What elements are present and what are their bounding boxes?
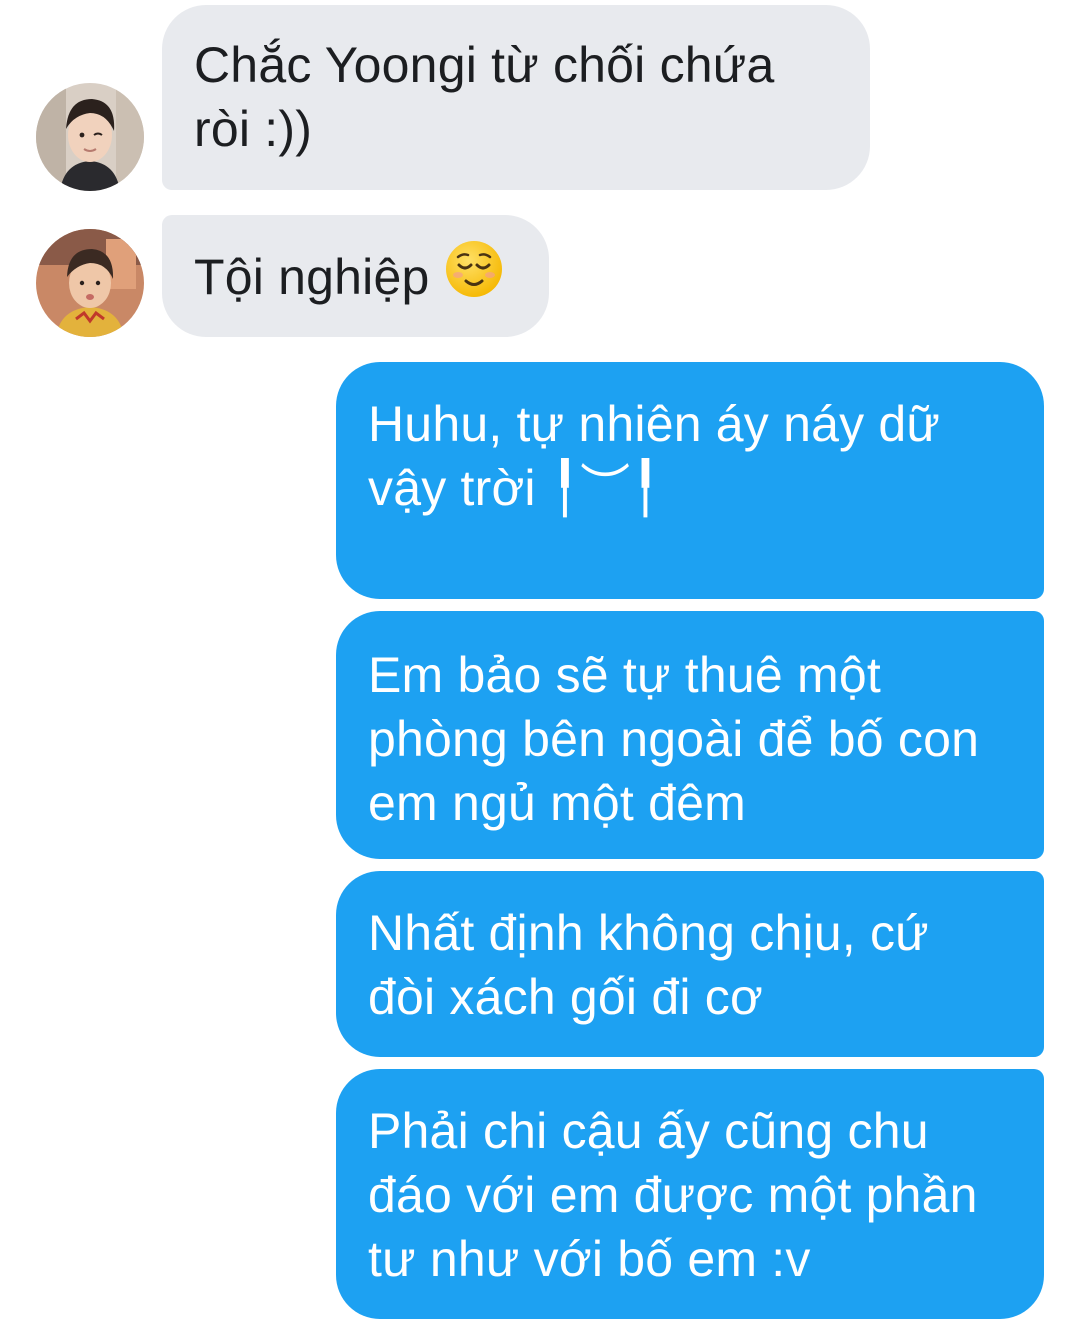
relieved-face-emoji-icon: [444, 239, 504, 314]
message-bubble-incoming[interactable]: Chắc Yoongi từ chối chứa ròi :)): [162, 5, 870, 190]
message-bubble-outgoing[interactable]: Huhu, tự nhiên áy náy dữ vậy trời ╿︶╿: [336, 362, 1044, 599]
message-bubble-outgoing[interactable]: Em bảo sẽ tự thuê một phòng bên ngoài để…: [336, 611, 1044, 859]
message-text: Phải chi cậu ấy cũng chu đáo với em được…: [368, 1103, 978, 1287]
message-text: Nhất định không chịu, cứ đòi xách gối đi…: [368, 905, 929, 1025]
message-bubble-outgoing[interactable]: Nhất định không chịu, cứ đòi xách gối đi…: [336, 871, 1044, 1057]
message-text: Huhu, tự nhiên áy náy dữ vậy trời ╿︶╿: [368, 396, 941, 516]
contact-avatar[interactable]: [36, 83, 144, 191]
contact-avatar[interactable]: [36, 229, 144, 337]
message-bubble-incoming[interactable]: Tội nghiệp: [162, 215, 549, 337]
message-text: Em bảo sẽ tự thuê một phòng bên ngoài để…: [368, 647, 980, 831]
message-text: Tội nghiệp: [194, 249, 430, 305]
message-bubble-outgoing[interactable]: Phải chi cậu ấy cũng chu đáo với em được…: [336, 1069, 1044, 1319]
message-text: Chắc Yoongi từ chối chứa ròi :)): [194, 37, 775, 157]
